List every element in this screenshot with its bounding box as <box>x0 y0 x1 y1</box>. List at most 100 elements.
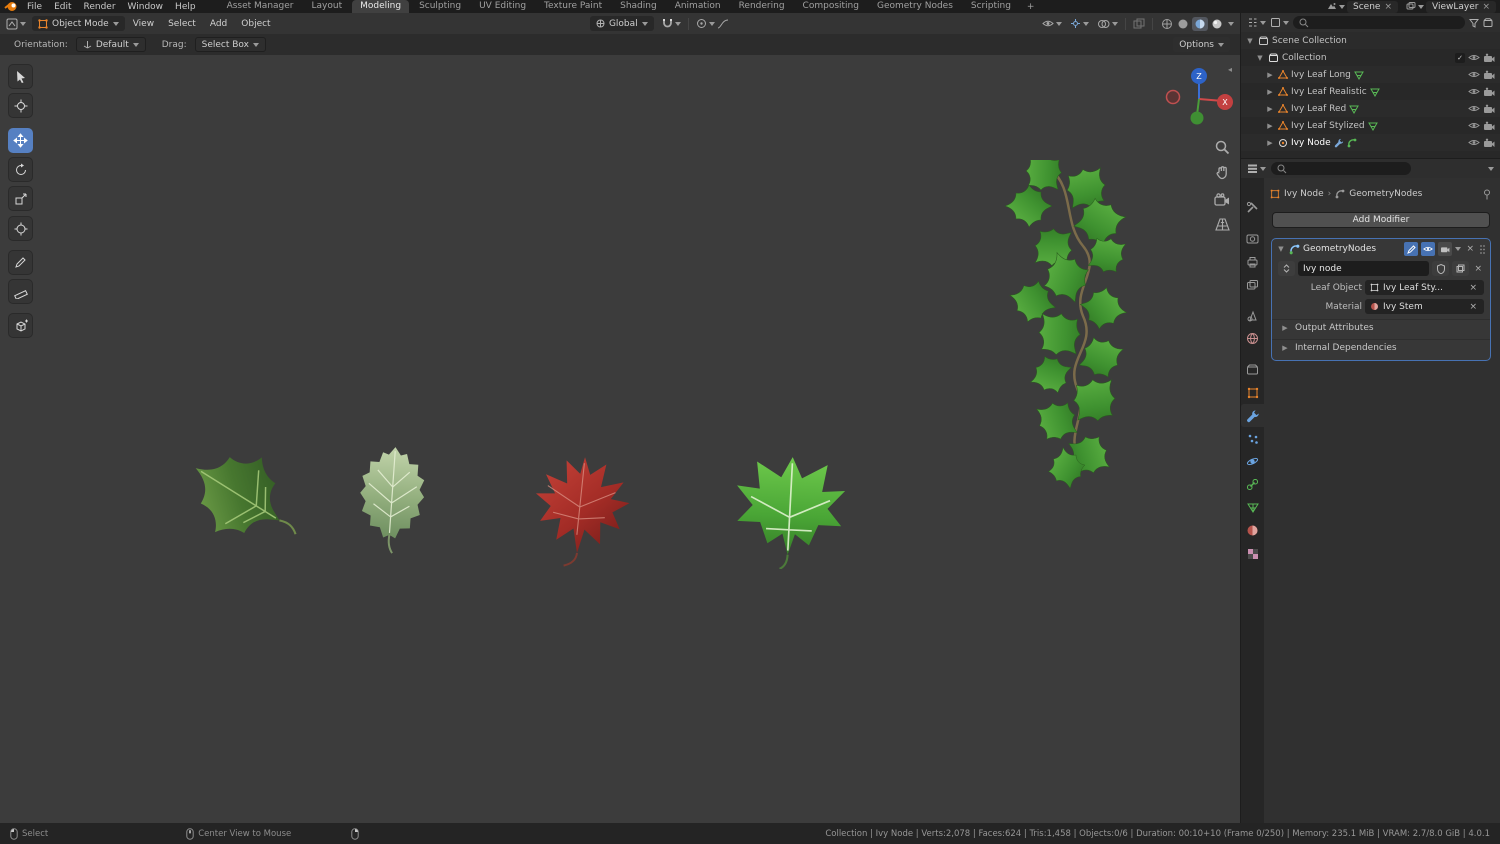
hide-eye-icon[interactable] <box>1468 121 1480 130</box>
scene-browse-icon[interactable] <box>1327 2 1345 11</box>
unlink-node-group-button[interactable]: × <box>1472 264 1484 274</box>
tool-annotate[interactable] <box>8 250 33 275</box>
tab-animation[interactable]: Animation <box>667 0 729 13</box>
viewport-3d[interactable]: Z X ◂ <box>0 55 1240 823</box>
viewlayer-clear-icon[interactable]: × <box>1482 2 1490 12</box>
tab-modifiers[interactable] <box>1241 404 1264 427</box>
outliner-search-field[interactable] <box>1293 16 1465 29</box>
leaf-ivy-red[interactable] <box>512 455 648 567</box>
shading-solid-icon[interactable] <box>1176 17 1190 31</box>
breadcrumb-object[interactable]: Ivy Node <box>1284 189 1324 199</box>
leaf-object-field[interactable]: Ivy Leaf Sty... × <box>1365 280 1484 295</box>
disclosure-triangle[interactable]: ▼ <box>1255 54 1265 62</box>
browse-node-group-button[interactable] <box>1278 261 1295 276</box>
transform-orientation-selector[interactable]: Global <box>590 16 654 31</box>
clear-leaf-object-button[interactable]: × <box>1467 283 1479 293</box>
outliner-row-ivy-leaf-red[interactable]: ▶ Ivy Leaf Red <box>1241 100 1500 117</box>
tool-move[interactable] <box>8 128 33 153</box>
scene-clear-icon[interactable]: × <box>1384 2 1392 12</box>
tab-texture-paint[interactable]: Texture Paint <box>536 0 610 13</box>
gizmos-toggle-icon[interactable] <box>1070 18 1089 29</box>
outliner-editor-type-icon[interactable] <box>1247 17 1266 28</box>
editor-type-icon[interactable] <box>6 18 26 30</box>
tool-add-cube[interactable] <box>8 313 33 338</box>
shading-material-icon[interactable] <box>1192 17 1208 31</box>
hide-eye-icon[interactable] <box>1468 70 1480 79</box>
clear-material-button[interactable]: × <box>1467 302 1479 312</box>
shading-wireframe-icon[interactable] <box>1160 17 1174 31</box>
options-dropdown[interactable]: Options <box>1173 37 1230 52</box>
tool-rotate[interactable] <box>8 157 33 182</box>
breadcrumb-modifier[interactable]: GeometryNodes <box>1349 189 1422 199</box>
fake-user-shield-button[interactable] <box>1432 261 1449 276</box>
modifier-extras-caret[interactable] <box>1455 247 1461 251</box>
outliner-row-collection[interactable]: ▼ Collection ✓ <box>1241 49 1500 66</box>
disclosure-triangle[interactable]: ▼ <box>1245 37 1255 45</box>
camera-visibility-icon[interactable] <box>1483 87 1495 97</box>
tab-compositing[interactable]: Compositing <box>795 0 867 13</box>
leaf-ivy-stylized[interactable] <box>724 457 856 569</box>
hide-eye-icon[interactable] <box>1468 87 1480 96</box>
disclosure-triangle[interactable]: ▶ <box>1265 71 1275 79</box>
properties-editor-type-icon[interactable] <box>1247 163 1266 174</box>
hide-eye-icon[interactable] <box>1468 53 1480 62</box>
tab-rendering[interactable]: Rendering <box>731 0 793 13</box>
hide-eye-icon[interactable] <box>1468 138 1480 147</box>
output-attributes-section[interactable]: ▶ Output Attributes <box>1272 319 1490 336</box>
tab-output[interactable] <box>1241 250 1264 273</box>
tab-layout[interactable]: Layout <box>304 0 351 13</box>
zoom-view-icon[interactable] <box>1212 137 1232 157</box>
tab-constraints[interactable] <box>1241 473 1264 496</box>
tab-modeling[interactable]: Modeling <box>352 0 409 13</box>
edit-mode-toggle[interactable] <box>1404 242 1418 256</box>
menu-file[interactable]: File <box>22 2 47 12</box>
leaf-ivy-long[interactable] <box>178 445 312 553</box>
pin-icon[interactable] <box>1482 189 1492 200</box>
menu-select[interactable]: Select <box>162 19 202 29</box>
tab-uv-editing[interactable]: UV Editing <box>471 0 534 13</box>
outliner-item-label[interactable]: Ivy Leaf Red <box>1291 104 1346 114</box>
snap-magnet-icon[interactable] <box>662 18 673 29</box>
menu-object[interactable]: Object <box>235 19 276 29</box>
modifier-name[interactable]: GeometryNodes <box>1303 244 1401 254</box>
disclosure-triangle[interactable]: ▶ <box>1265 88 1275 96</box>
modifier-close-button[interactable]: × <box>1464 244 1476 254</box>
sidebar-toggle-icon[interactable]: ◂ <box>1228 65 1232 74</box>
disclosure-triangle[interactable]: ▶ <box>1265 122 1275 130</box>
outliner-row-ivy-leaf-realistic[interactable]: ▶ Ivy Leaf Realistic <box>1241 83 1500 100</box>
properties-options-caret[interactable] <box>1488 167 1494 171</box>
tab-object-data[interactable] <box>1241 496 1264 519</box>
tab-sculpting[interactable]: Sculpting <box>411 0 469 13</box>
realtime-display-toggle[interactable] <box>1421 242 1435 256</box>
render-checkbox[interactable]: ✓ <box>1455 53 1465 63</box>
scene-name[interactable]: Scene <box>1353 2 1380 12</box>
tab-collection-props[interactable] <box>1241 358 1264 381</box>
tool-cursor[interactable] <box>8 93 33 118</box>
add-workspace-button[interactable]: + <box>1021 2 1041 12</box>
viewlayer-browse-icon[interactable] <box>1406 2 1424 11</box>
viewlayer-name[interactable]: ViewLayer <box>1432 2 1478 12</box>
camera-visibility-icon[interactable] <box>1483 121 1495 131</box>
tab-geometry-nodes[interactable]: Geometry Nodes <box>869 0 961 13</box>
tab-scripting[interactable]: Scripting <box>963 0 1019 13</box>
shading-options-caret[interactable] <box>1228 22 1234 26</box>
new-node-group-button[interactable] <box>1452 261 1469 276</box>
outliner-item-label[interactable]: Ivy Node <box>1291 138 1331 148</box>
tab-texture[interactable] <box>1241 542 1264 565</box>
orthographic-grid-icon[interactable] <box>1212 214 1232 234</box>
xray-toggle-icon[interactable] <box>1133 18 1145 29</box>
tab-material[interactable] <box>1241 519 1264 542</box>
tool-transform[interactable] <box>8 216 33 241</box>
outliner-display-mode-icon[interactable] <box>1270 17 1289 28</box>
blender-logo-icon[interactable] <box>4 1 18 12</box>
tool-measure[interactable] <box>8 279 33 304</box>
outliner-item-label[interactable]: Ivy Leaf Long <box>1291 70 1351 80</box>
disclosure-triangle[interactable]: ▶ <box>1265 105 1275 113</box>
menu-view[interactable]: View <box>127 19 160 29</box>
outliner-item-label[interactable]: Ivy Leaf Realistic <box>1291 87 1367 97</box>
overlays-toggle-icon[interactable] <box>1097 19 1118 29</box>
modifier-header[interactable]: ▼ GeometryNodes × <box>1272 239 1490 259</box>
menu-add[interactable]: Add <box>204 19 233 29</box>
hide-eye-icon[interactable] <box>1468 104 1480 113</box>
properties-search-field[interactable] <box>1271 162 1411 175</box>
